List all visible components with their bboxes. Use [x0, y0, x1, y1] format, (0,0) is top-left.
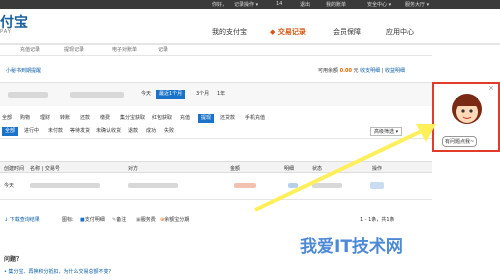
legend-fee: ▣服务费 [136, 216, 156, 223]
nav-divider [0, 43, 500, 45]
quick-today[interactable]: 今天 [138, 90, 154, 99]
legend-yuebao: ⊕余额宝分期 [160, 216, 189, 223]
divider [0, 55, 432, 56]
col-amount: 金额 [230, 166, 241, 172]
type-all[interactable]: 全部 [2, 114, 12, 123]
type-shopping[interactable]: 购物 [20, 114, 30, 123]
legend-note-label: 备注 [116, 217, 127, 223]
nav-apps[interactable]: 应用中心 [386, 27, 414, 37]
status-unpaid[interactable]: 未付款 [48, 127, 63, 136]
type-recharge[interactable]: 充值 [180, 114, 190, 123]
row-counterparty [128, 183, 178, 188]
greeting: 你好， [212, 2, 228, 8]
subnav-recharge[interactable]: 充值记录 [20, 46, 40, 53]
date-start-input[interactable] [8, 92, 48, 98]
legend-payment-label: 支付明细 [84, 217, 105, 223]
notice-link[interactable]: 小秘书到期提醒 [6, 67, 41, 74]
balance-unit: 元 [353, 68, 359, 74]
status-unconfirmed[interactable]: 未确认收货 [96, 127, 121, 136]
nav-transactions-label: 交易记录 [277, 28, 306, 36]
faq-question[interactable]: • 集分宝、再换积分抵扣，为什么交易总额不变？ [4, 268, 114, 275]
balance-amount: 0.00 [339, 68, 352, 74]
col-counterparty: 对方 [128, 166, 139, 172]
type-withdraw[interactable]: 提现 [198, 114, 215, 123]
nav-my-alipay[interactable]: 我的支付宝 [212, 27, 247, 37]
balance-label: 可用余额 [318, 68, 339, 74]
quick-1-year[interactable]: 1年 [214, 90, 228, 99]
date-end-input[interactable] [70, 92, 124, 98]
date-filter-row: 今天 最近1个月 3个月 1年 [0, 82, 432, 106]
type-transfer[interactable]: 转账 [60, 114, 70, 123]
nav-bullet-icon: ◆ [270, 28, 278, 36]
message-count[interactable]: 14 [276, 1, 282, 7]
user-menu[interactable]: 记录操作 ▾ [234, 1, 258, 8]
balance-info: 可用余额 0.00 元 收支明细 | 收益明细 [318, 68, 406, 74]
type-payment[interactable]: 缴费 [100, 114, 110, 123]
col-name: 名称 | 交易号 [30, 166, 60, 172]
type-redpacket[interactable]: 红包获取 [152, 114, 172, 123]
quick-3-months[interactable]: 3个月 [193, 90, 212, 99]
nav-transactions[interactable]: ◆ 交易记录 [270, 27, 306, 37]
subnav-statement[interactable]: 电子对账单 [112, 46, 137, 53]
top-bar: 你好， 记录操作 ▾ 14 退出 我的账单 安全中心 ▾ 服务大厅 ▾ [0, 0, 500, 9]
help-button[interactable]: 有问题点我~ [442, 136, 478, 147]
legend-label: 图标: [62, 217, 74, 223]
status-success[interactable]: 成功 [146, 127, 156, 136]
status-failed[interactable]: 失败 [164, 127, 174, 136]
close-icon[interactable]: × [488, 84, 494, 92]
download-results[interactable]: ↓ 下载查询结果 [4, 216, 40, 223]
pointer-arrow-icon [254, 124, 436, 212]
service-menu[interactable]: 服务大厅 ▾ [405, 1, 429, 8]
security-menu[interactable]: 安全中心 ▾ [367, 1, 391, 8]
row-name [30, 183, 100, 188]
status-all[interactable]: 全部 [2, 127, 19, 136]
faq-title: 问题？ [4, 256, 23, 263]
subnav-records[interactable]: 记录 [158, 46, 168, 53]
col-time: 创建时间 [4, 166, 25, 172]
status-refund[interactable]: 退款 [128, 127, 138, 136]
orders-link[interactable]: 我的账单 [326, 1, 346, 8]
header [0, 9, 500, 43]
income-expense-link[interactable]: 收支明细 [360, 68, 380, 74]
quick-1-month[interactable]: 最近1个月 [156, 90, 186, 99]
subnav-withdraw[interactable]: 提现记录 [64, 46, 84, 53]
status-processing[interactable]: 进行中 [24, 127, 39, 136]
earnings-link[interactable]: 收益明细 [385, 68, 405, 74]
type-points[interactable]: 集分宝获取 [120, 114, 145, 123]
type-repay[interactable]: 还款 [80, 114, 90, 123]
legend-payment: ■支付明细 [80, 216, 105, 223]
row-time: 今天 [4, 183, 15, 189]
type-loan[interactable]: 还贷款 [220, 114, 235, 123]
avatar-icon [452, 94, 482, 124]
nav-protection[interactable]: 会员保障 [333, 27, 361, 37]
help-panel: × 有问题点我~ [432, 82, 500, 152]
legend-note: ✎备注 [112, 216, 126, 223]
watermark: 我爱IT技术网 [300, 237, 403, 257]
logout-link[interactable]: 退出 [300, 1, 310, 8]
logo-subtitle: PAY [0, 29, 12, 35]
type-finance[interactable]: 理财 [40, 114, 50, 123]
status-waiting-ship[interactable]: 等待发货 [70, 127, 90, 136]
legend-yuebao-label: 余额宝分期 [164, 217, 190, 223]
legend-fee-label: 服务费 [140, 217, 156, 223]
